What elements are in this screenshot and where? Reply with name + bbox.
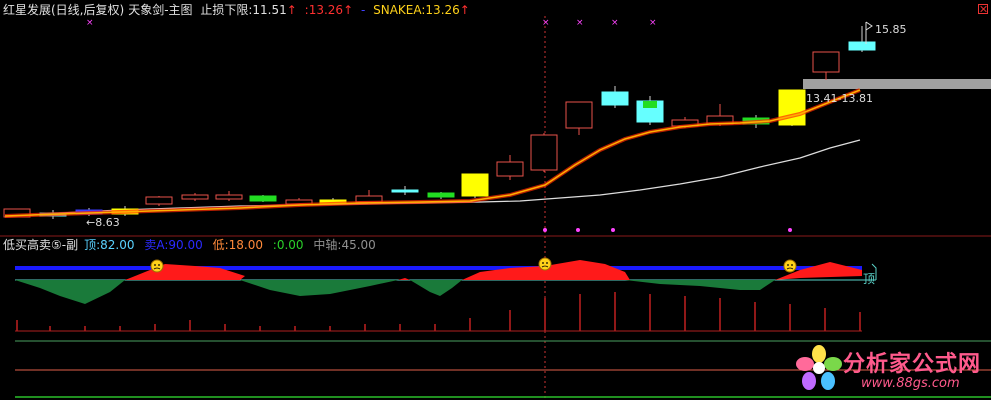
separator-dot: - <box>360 3 366 17</box>
bottom-signal-markers <box>543 228 792 232</box>
top-marker: × <box>649 18 657 28</box>
second-value: :13.26 <box>304 3 344 17</box>
candle-body[interactable] <box>181 194 209 200</box>
up-arrow-icon: ↑ <box>459 3 470 17</box>
stock-name: 红星发展(日线,后复权) <box>3 3 125 17</box>
candle-body[interactable] <box>530 134 558 171</box>
stop-loss-label: 止损下限: <box>200 3 253 17</box>
sell-value: 90.00 <box>168 238 203 252</box>
top-marker: × <box>576 18 584 28</box>
candle-body[interactable] <box>848 41 876 51</box>
candle-body[interactable] <box>461 173 489 197</box>
side-tag: 顶 <box>863 272 876 286</box>
top-marker: × <box>611 18 619 28</box>
bottom-marker <box>611 228 615 232</box>
up-arrow-icon: ↑ <box>286 3 297 17</box>
candle-body[interactable] <box>391 189 419 193</box>
close-icon[interactable] <box>978 4 988 14</box>
signal-bar-series <box>16 292 861 331</box>
top-label: 顶: <box>84 238 101 252</box>
site-watermark: 分析家公式网 www.88gs.com <box>795 340 990 398</box>
candle-body[interactable] <box>145 196 173 205</box>
low-label: 低: <box>212 238 229 252</box>
flower-logo-icon <box>796 345 842 390</box>
green-band <box>410 280 462 296</box>
sell-label: 卖A: <box>144 238 169 252</box>
stop-loss-value: 11.51 <box>252 3 287 17</box>
top-value: 82.00 <box>100 238 135 252</box>
green-band <box>625 280 775 290</box>
main-panel-header: 红星发展(日线,后复权) 天象剑-主图 止损下限:11.51↑ :13.26↑ -… <box>3 3 474 17</box>
snake-label: SNAKEA: <box>373 3 426 17</box>
slow-moving-average-line <box>4 139 861 218</box>
high-marker-flag <box>865 21 873 31</box>
top-signal-markers: × × × × × <box>86 18 657 28</box>
snake-value: 13.26 <box>425 3 460 17</box>
candle-body[interactable] <box>215 194 243 200</box>
candle-body[interactable] <box>249 195 277 202</box>
red-band <box>398 278 410 280</box>
indicator-name: 天象剑-主图 <box>128 3 193 17</box>
sub-panel-title: 低买高卖⑤-副 <box>3 238 79 252</box>
zero-value: :0.00 <box>272 238 304 252</box>
top-marker: × <box>542 18 550 28</box>
signal-face-icon <box>783 259 797 273</box>
axis-label: 中轴: <box>313 238 342 252</box>
watermark-url: www.88gs.com <box>861 376 960 391</box>
bottom-marker <box>788 228 792 232</box>
candle-body[interactable] <box>427 192 455 198</box>
chart-window: × × × × × 红星发展(日线,后复权) 天象剑-主图 止损下限:11.51… <box>0 0 991 400</box>
axis-value: 45.00 <box>341 238 376 252</box>
green-band <box>15 280 125 304</box>
top-marker: × <box>86 18 94 28</box>
candle-inner-body <box>643 101 657 108</box>
signal-face-icon <box>538 257 552 271</box>
candle-body[interactable] <box>565 101 593 129</box>
low-price-marker: ←8.63 <box>86 216 120 229</box>
range-label: 13.41-13.81 <box>806 92 873 105</box>
low-value: 18.00 <box>228 238 263 252</box>
watermark-title: 分析家公式网 <box>843 352 982 377</box>
candle-body[interactable] <box>812 51 840 73</box>
candle-body[interactable] <box>601 91 629 106</box>
green-band <box>240 280 398 296</box>
sub-panel-header: 低买高卖⑤-副 顶:82.00 卖A:90.00 低:18.00 :0.00 中轴… <box>3 238 382 252</box>
signal-face-icon <box>150 259 164 273</box>
candle-body[interactable] <box>496 161 524 177</box>
bottom-marker <box>576 228 580 232</box>
resistance-zone <box>803 79 991 89</box>
bottom-marker <box>543 228 547 232</box>
high-price-marker: 15.85 <box>875 23 907 36</box>
up-arrow-icon: ↑ <box>343 3 354 17</box>
